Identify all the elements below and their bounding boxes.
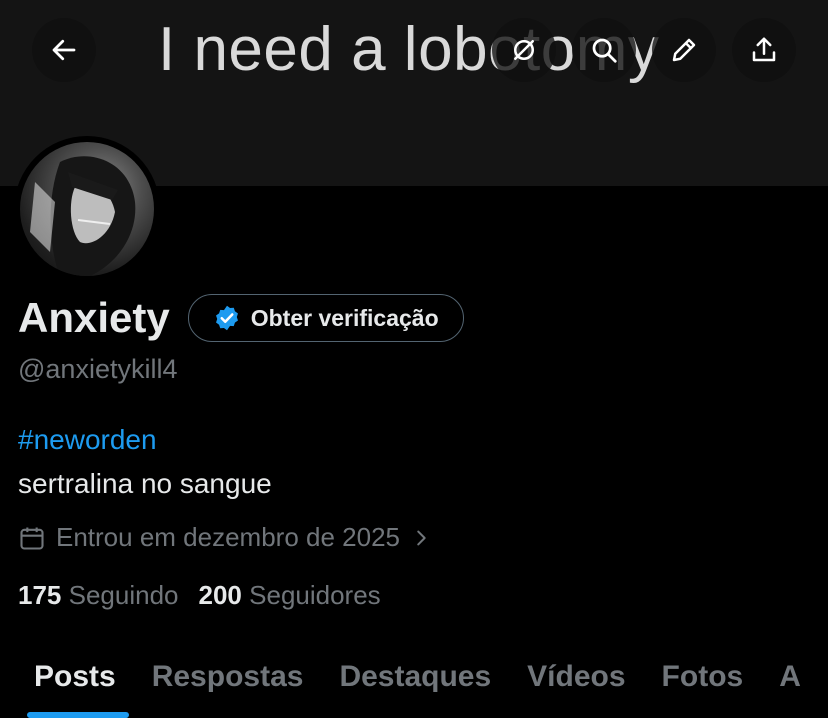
profile-tabs: Posts Respostas Destaques Vídeos Fotos A (0, 636, 828, 718)
edit-icon (672, 38, 696, 62)
chevron-right-icon (410, 527, 432, 549)
share-button[interactable] (732, 18, 796, 82)
followers-label: Seguidores (249, 580, 381, 610)
following-count: 175 (18, 580, 62, 610)
followers-count: 200 (198, 580, 242, 610)
joined-label: Entrou em dezembro de 2025 (56, 522, 400, 552)
tab-articles[interactable]: A (761, 660, 819, 694)
get-verified-label: Obter verificação (250, 304, 439, 331)
bio-text: sertralina no sangue (18, 468, 272, 499)
search-button[interactable] (572, 18, 636, 82)
calendar-icon (18, 524, 46, 552)
grok-icon (514, 40, 534, 60)
avatar-image (20, 142, 154, 276)
search-icon (592, 38, 617, 63)
tab-highlights[interactable]: Destaques (321, 660, 509, 694)
tab-photos[interactable]: Fotos (644, 660, 762, 694)
avatar[interactable] (14, 136, 160, 282)
profile-name: Anxiety (18, 294, 170, 341)
back-arrow-icon (52, 39, 76, 61)
edit-button[interactable] (652, 18, 716, 82)
back-button[interactable] (32, 18, 96, 82)
get-verified-button[interactable]: Obter verificação (187, 294, 464, 342)
following-label: Seguindo (68, 580, 179, 610)
tab-posts[interactable]: Posts (16, 660, 134, 694)
joined-date[interactable]: Entrou em dezembro de 2025 (18, 522, 432, 553)
tab-videos[interactable]: Vídeos (509, 660, 643, 694)
active-tab-indicator (27, 712, 129, 718)
tab-replies[interactable]: Respostas (134, 660, 322, 694)
bio-hashtag-link[interactable]: #neworden (18, 424, 157, 456)
following-link[interactable]: 175 Seguindo (18, 580, 179, 611)
verified-badge-icon (215, 305, 238, 331)
share-icon (752, 37, 776, 62)
profile-handle: @anxietykill4 (18, 354, 178, 384)
grok-button[interactable] (492, 18, 556, 82)
followers-link[interactable]: 200 Seguidores (199, 580, 381, 611)
